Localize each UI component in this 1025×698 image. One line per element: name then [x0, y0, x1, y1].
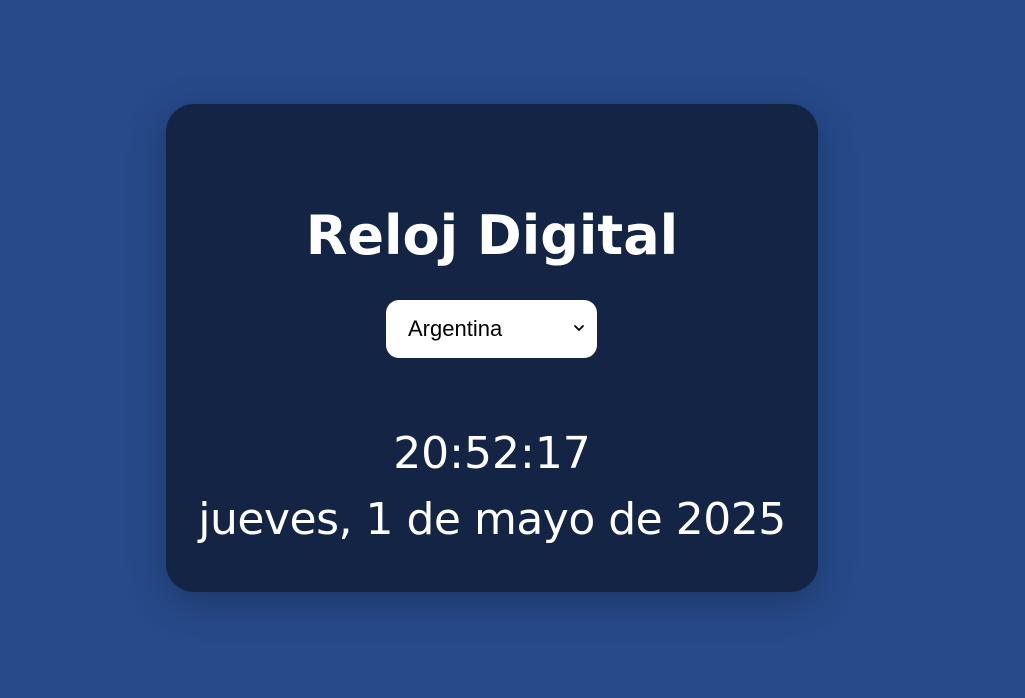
page-title: Reloj Digital: [305, 204, 679, 267]
chevron-down-icon: [574, 325, 584, 331]
clock-date: jueves, 1 de mayo de 2025: [198, 494, 786, 545]
country-select-value: Argentina: [408, 316, 503, 341]
clock-time: 20:52:17: [393, 428, 591, 479]
country-select[interactable]: Argentina: [386, 300, 597, 358]
clock-card: Reloj Digital Argentina 20:52:17 jueves,…: [166, 104, 818, 592]
